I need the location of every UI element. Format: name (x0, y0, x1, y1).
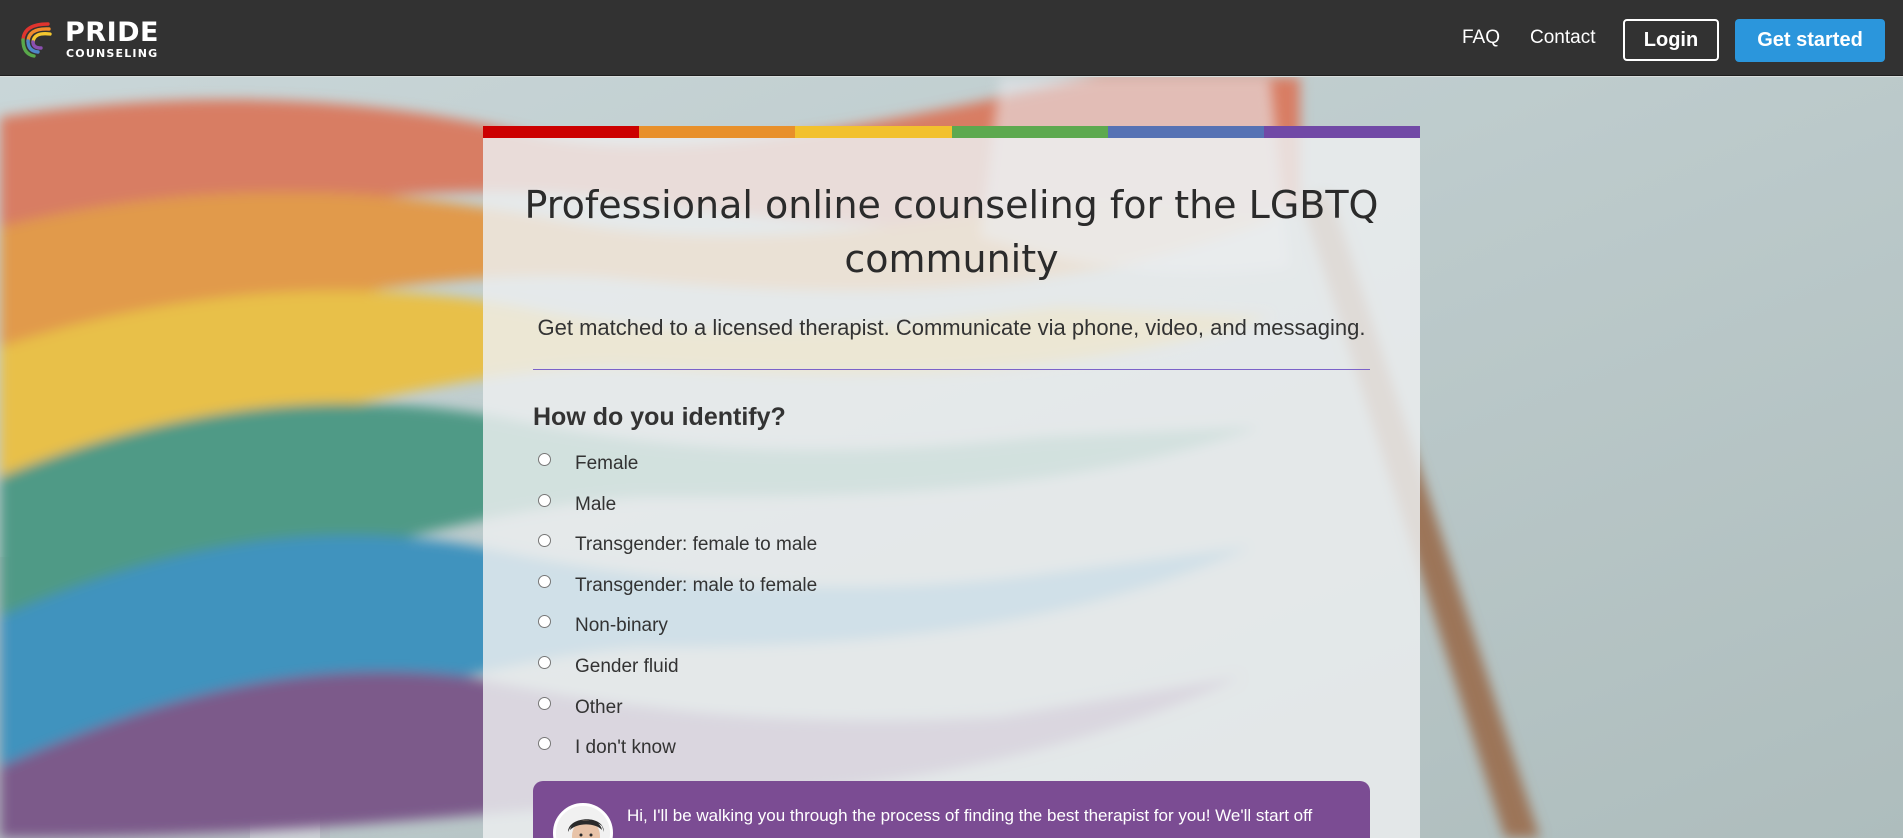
option-label: I don't know (575, 737, 676, 759)
option-non-binary[interactable]: Non-binary (538, 615, 1038, 656)
pride-counseling-logo[interactable]: PRIDE COUNSELING (18, 18, 168, 62)
nav-link-faq[interactable]: FAQ (1462, 27, 1500, 49)
option-label: Male (575, 493, 617, 515)
assistant-chat-bubble: Hi, I'll be walking you through the proc… (533, 781, 1370, 838)
radio-non-binary[interactable] (538, 615, 551, 629)
logo-wordmark-secondary: COUNSELING (66, 47, 159, 60)
radio-female[interactable] (538, 453, 551, 466)
option-other[interactable]: Other (538, 696, 1038, 738)
rainbow-stripe (483, 126, 1420, 138)
option-label: Gender fluid (575, 655, 679, 677)
rainbow-ribbon-logo-icon (21, 22, 52, 58)
section-divider (533, 369, 1370, 370)
radio-gender-fluid[interactable] (538, 655, 551, 669)
logo-wordmark-primary: PRIDE (65, 17, 159, 48)
option-transgender-ftm[interactable]: Transgender: female to male (538, 534, 1038, 575)
radio-dont-know[interactable] (538, 737, 551, 751)
stripe-orange (639, 126, 796, 138)
option-female[interactable]: Female (538, 453, 1038, 494)
radio-transgender-ftm[interactable] (538, 534, 551, 548)
option-male[interactable]: Male (538, 493, 1038, 535)
page-headline: Professional online counseling for the L… (524, 183, 1379, 281)
login-button[interactable]: Login (1623, 19, 1719, 61)
radio-male[interactable] (538, 493, 551, 507)
identity-options: Female Male Transgender: female to male … (538, 453, 1038, 778)
get-started-button[interactable]: Get started (1735, 19, 1885, 62)
page-subheadline: Get matched to a licensed therapist. Com… (537, 315, 1366, 340)
option-label: Female (575, 453, 639, 474)
stripe-blue (1107, 126, 1264, 138)
stripe-red (483, 126, 640, 138)
radio-other[interactable] (538, 696, 551, 710)
counselor-avatar-icon (556, 806, 610, 838)
option-dont-know[interactable]: I don't know (538, 737, 1038, 778)
radio-transgender-mtf[interactable] (538, 574, 551, 588)
nav-link-contact[interactable]: Contact (1530, 27, 1595, 49)
stripe-green (951, 126, 1108, 138)
option-label: Non-binary (575, 615, 668, 637)
signup-card: Professional online counseling for the L… (483, 126, 1420, 838)
option-transgender-mtf[interactable]: Transgender: male to female (538, 574, 1038, 616)
option-gender-fluid[interactable]: Gender fluid (538, 655, 1038, 697)
option-label: Transgender: female to male (575, 534, 818, 556)
option-label: Transgender: male to female (575, 574, 818, 596)
top-navigation-bar: PRIDE COUNSELING FAQ Contact Login Get s… (0, 0, 1903, 76)
chat-message: Hi, I'll be walking you through the proc… (627, 806, 1313, 825)
stripe-yellow (795, 126, 952, 138)
option-label: Other (575, 696, 623, 718)
identity-question: How do you identify? (533, 403, 786, 431)
stripe-purple (1263, 126, 1420, 138)
avatar (553, 803, 613, 838)
